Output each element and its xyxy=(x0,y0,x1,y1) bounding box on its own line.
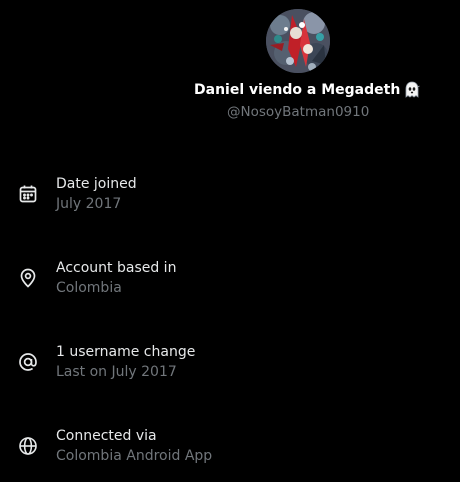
globe-icon xyxy=(18,436,38,456)
info-item-connected-via: Connected via Colombia Android App xyxy=(0,426,460,474)
info-title: Account based in xyxy=(56,260,177,276)
profile-header: Daniel viendo a Megadeth @NosoyBatman091… xyxy=(0,0,460,130)
ghost-icon xyxy=(404,81,420,99)
display-name-text: Daniel viendo a Megadeth xyxy=(194,82,401,98)
display-name: Daniel viendo a Megadeth xyxy=(194,80,420,100)
avatar[interactable] xyxy=(266,9,330,73)
info-title: Date joined xyxy=(56,176,137,192)
info-item-date-joined: Date joined July 2017 xyxy=(0,174,460,222)
info-title: 1 username change xyxy=(56,344,196,360)
info-value: July 2017 xyxy=(56,196,122,212)
info-item-username-change: 1 username change Last on July 2017 xyxy=(0,342,460,390)
info-value: Colombia Android App xyxy=(56,448,213,464)
info-value: Colombia xyxy=(56,280,122,296)
info-title: Connected via xyxy=(56,428,157,444)
calendar-icon xyxy=(18,184,38,204)
info-value: Last on July 2017 xyxy=(56,364,177,380)
profile-handle: @NosoyBatman0910 xyxy=(227,104,370,120)
location-pin-icon xyxy=(18,268,38,288)
at-sign-icon xyxy=(18,352,38,372)
info-item-account-based-in: Account based in Colombia xyxy=(0,258,460,306)
